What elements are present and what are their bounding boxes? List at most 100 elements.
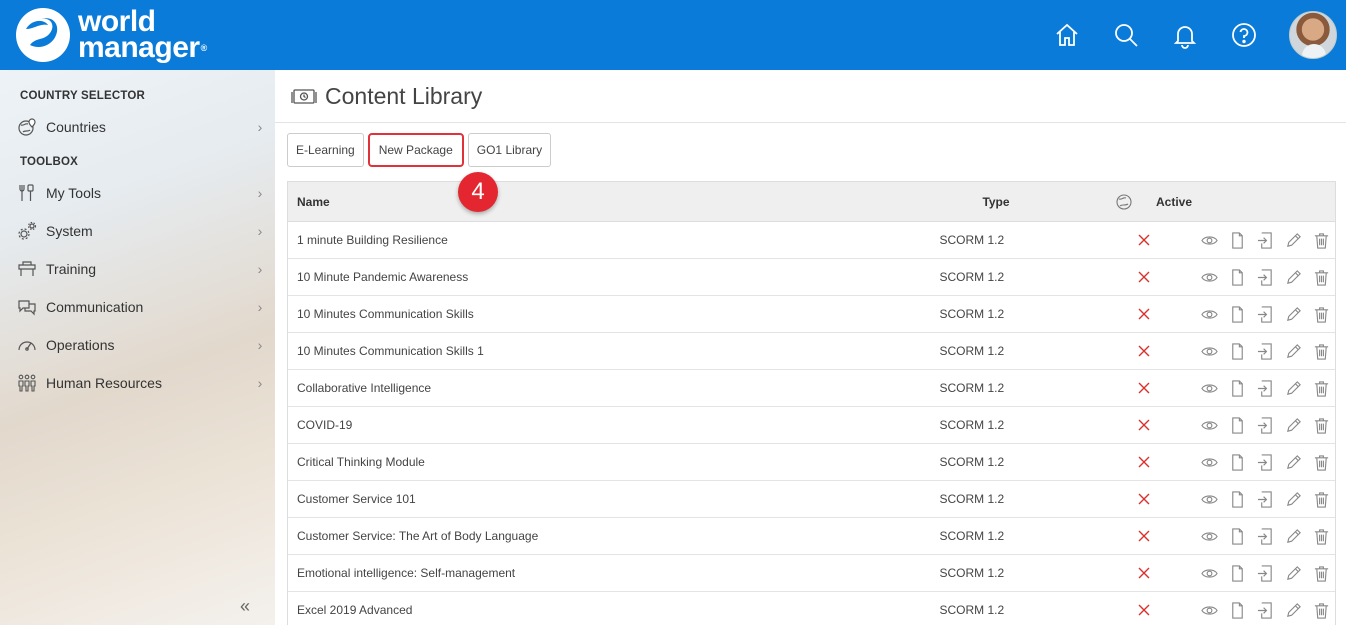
inactive-x-icon[interactable] [1115,344,1173,358]
inactive-x-icon[interactable] [1115,603,1173,617]
inactive-x-icon[interactable] [1115,381,1173,395]
column-header-active[interactable]: Active [1144,195,1204,209]
delete-trash-icon[interactable] [1307,415,1335,435]
table-row[interactable]: Excel 2019 Advanced SCORM 1.2 [288,592,1335,625]
world-manager-logo[interactable]: world manager® [14,7,207,63]
import-icon[interactable] [1251,415,1279,435]
preview-eye-icon[interactable] [1195,563,1223,583]
import-icon[interactable] [1251,304,1279,324]
copy-document-icon[interactable] [1223,452,1251,472]
table-row[interactable]: 10 Minutes Communication Skills SCORM 1.… [288,296,1335,333]
delete-trash-icon[interactable] [1307,267,1335,287]
edit-pencil-icon[interactable] [1279,489,1307,509]
delete-trash-icon[interactable] [1307,600,1335,620]
column-header-name[interactable]: Name [288,195,928,209]
sidebar-item-system[interactable]: System › [0,212,275,250]
delete-trash-icon[interactable] [1307,526,1335,546]
bell-icon[interactable] [1171,21,1199,49]
tab-new-package[interactable]: New Package [367,133,464,167]
table-row[interactable]: Customer Service: The Art of Body Langua… [288,518,1335,555]
import-icon[interactable] [1251,563,1279,583]
sidebar-item-countries[interactable]: Countries › [0,108,275,146]
help-icon[interactable] [1230,21,1258,49]
tab-go1-library[interactable]: GO1 Library [467,133,552,167]
import-icon[interactable] [1251,526,1279,546]
delete-trash-icon[interactable] [1307,563,1335,583]
preview-eye-icon[interactable] [1195,304,1223,324]
delete-trash-icon[interactable] [1307,378,1335,398]
copy-document-icon[interactable] [1223,415,1251,435]
delete-trash-icon[interactable] [1307,341,1335,361]
user-avatar[interactable] [1289,11,1337,59]
import-icon[interactable] [1251,452,1279,472]
column-header-type[interactable]: Type [928,195,1064,209]
copy-document-icon[interactable] [1223,563,1251,583]
inactive-x-icon[interactable] [1115,492,1173,506]
chat-icon [16,296,38,318]
copy-document-icon[interactable] [1223,304,1251,324]
table-row[interactable]: Customer Service 101 SCORM 1.2 [288,481,1335,518]
import-icon[interactable] [1251,230,1279,250]
table-row[interactable]: Collaborative Intelligence SCORM 1.2 [288,370,1335,407]
import-icon[interactable] [1251,600,1279,620]
delete-trash-icon[interactable] [1307,452,1335,472]
edit-pencil-icon[interactable] [1279,415,1307,435]
preview-eye-icon[interactable] [1195,489,1223,509]
preview-eye-icon[interactable] [1195,230,1223,250]
delete-trash-icon[interactable] [1307,489,1335,509]
table-row[interactable]: 10 Minute Pandemic Awareness SCORM 1.2 [288,259,1335,296]
copy-document-icon[interactable] [1223,341,1251,361]
table-row[interactable]: COVID-19 SCORM 1.2 [288,407,1335,444]
row-type: SCORM 1.2 [939,344,1005,358]
sidebar-item-human-resources[interactable]: Human Resources › [0,364,275,402]
import-icon[interactable] [1251,267,1279,287]
delete-trash-icon[interactable] [1307,304,1335,324]
inactive-x-icon[interactable] [1115,418,1173,432]
table-row[interactable]: Emotional intelligence: Self-management … [288,555,1335,592]
preview-eye-icon[interactable] [1195,452,1223,472]
copy-document-icon[interactable] [1223,489,1251,509]
inactive-x-icon[interactable] [1115,307,1173,321]
preview-eye-icon[interactable] [1195,415,1223,435]
preview-eye-icon[interactable] [1195,526,1223,546]
preview-eye-icon[interactable] [1195,600,1223,620]
table-row[interactable]: Critical Thinking Module SCORM 1.2 [288,444,1335,481]
table-row[interactable]: 10 Minutes Communication Skills 1 SCORM … [288,333,1335,370]
import-icon[interactable] [1251,489,1279,509]
collapse-sidebar-button[interactable]: « [240,596,250,617]
preview-eye-icon[interactable] [1195,378,1223,398]
edit-pencil-icon[interactable] [1279,267,1307,287]
edit-pencil-icon[interactable] [1279,563,1307,583]
copy-document-icon[interactable] [1223,600,1251,620]
home-icon[interactable] [1053,21,1081,49]
preview-eye-icon[interactable] [1195,341,1223,361]
sidebar-item-my-tools[interactable]: My Tools › [0,174,275,212]
import-icon[interactable] [1251,341,1279,361]
inactive-x-icon[interactable] [1115,270,1173,284]
sidebar-item-communication[interactable]: Communication › [0,288,275,326]
delete-trash-icon[interactable] [1307,230,1335,250]
edit-pencil-icon[interactable] [1279,600,1307,620]
edit-pencil-icon[interactable] [1279,304,1307,324]
sidebar-item-operations[interactable]: Operations › [0,326,275,364]
edit-pencil-icon[interactable] [1279,452,1307,472]
import-icon[interactable] [1251,378,1279,398]
edit-pencil-icon[interactable] [1279,378,1307,398]
sidebar-item-training[interactable]: Training › [0,250,275,288]
edit-pencil-icon[interactable] [1279,526,1307,546]
inactive-x-icon[interactable] [1115,529,1173,543]
inactive-x-icon[interactable] [1115,233,1173,247]
inactive-x-icon[interactable] [1115,566,1173,580]
copy-document-icon[interactable] [1223,526,1251,546]
edit-pencil-icon[interactable] [1279,341,1307,361]
table-row[interactable]: 1 minute Building Resilience SCORM 1.2 [288,222,1335,259]
inactive-x-icon[interactable] [1115,455,1173,469]
copy-document-icon[interactable] [1223,378,1251,398]
copy-document-icon[interactable] [1223,267,1251,287]
preview-eye-icon[interactable] [1195,267,1223,287]
copy-document-icon[interactable] [1223,230,1251,250]
tab-e-learning[interactable]: E-Learning [287,133,364,167]
row-actions [1195,563,1335,583]
search-icon[interactable] [1112,21,1140,49]
edit-pencil-icon[interactable] [1279,230,1307,250]
